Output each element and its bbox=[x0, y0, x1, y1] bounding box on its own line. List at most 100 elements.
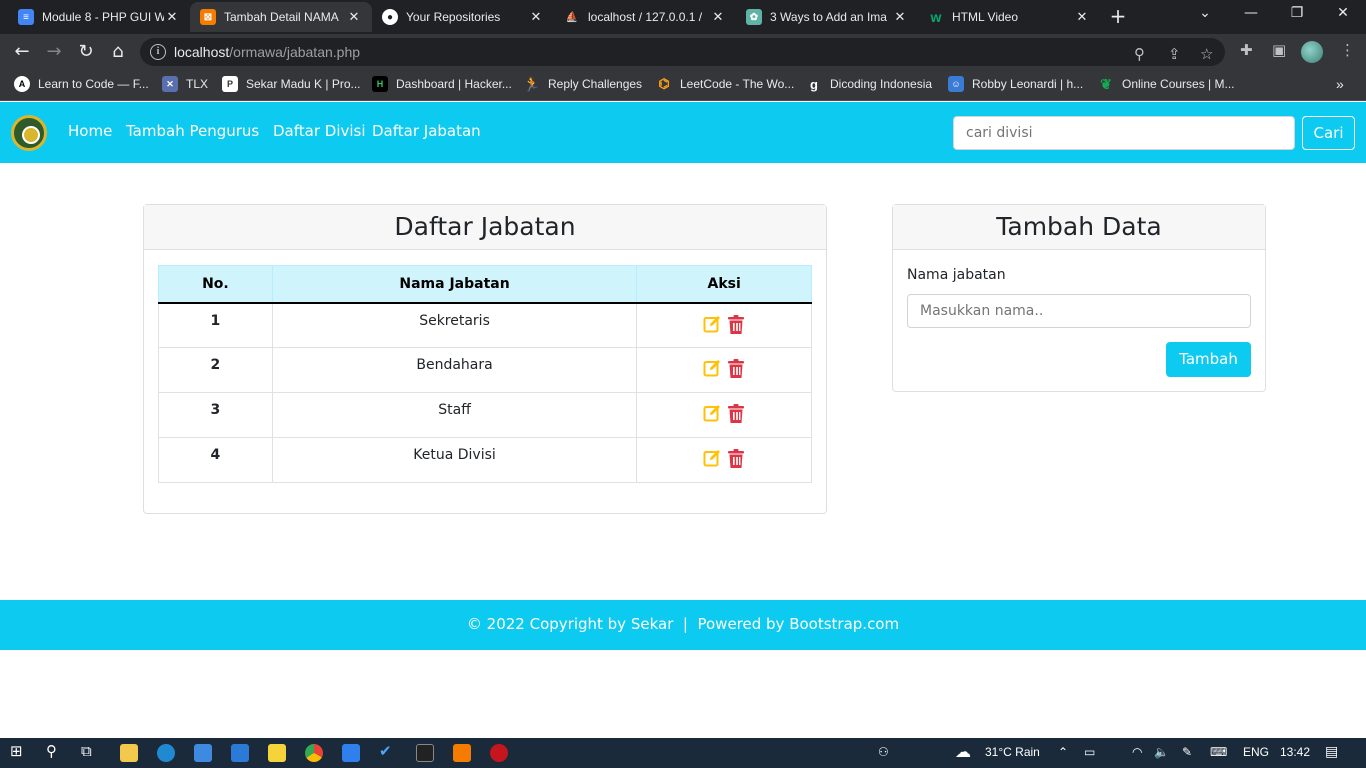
nama-jabatan-input[interactable] bbox=[907, 294, 1251, 328]
reload-icon[interactable]: ↻ bbox=[74, 41, 98, 63]
menu-icon[interactable]: ⋮ bbox=[1340, 41, 1355, 59]
footer-text: © 2022 Copyright by Sekar | Powered by B… bbox=[466, 615, 900, 633]
vscode-icon[interactable] bbox=[342, 744, 360, 762]
pen-icon[interactable]: ✎ bbox=[1182, 745, 1192, 759]
bookmark-label: Sekar Madu K | Pro... bbox=[246, 77, 361, 91]
edit-icon[interactable] bbox=[703, 404, 721, 422]
weather-text[interactable]: 31°C Rain bbox=[985, 745, 1040, 759]
clock[interactable]: 13:42 bbox=[1280, 745, 1310, 759]
bookmark-item[interactable]: A Learn to Code — F... bbox=[14, 76, 149, 92]
todo-icon[interactable]: ✔ bbox=[379, 742, 397, 760]
close-icon[interactable]: ✕ bbox=[892, 9, 908, 25]
url-field[interactable]: i localhost/ormawa/jabatan.php ⚲ ⇪ ☆ bbox=[140, 38, 1225, 66]
trash-icon[interactable] bbox=[727, 314, 745, 335]
nav-home[interactable]: Home bbox=[68, 122, 112, 140]
column-header-no: No. bbox=[158, 265, 273, 304]
tab-title: localhost / 127.0.0.1 / bbox=[588, 10, 703, 24]
battery-icon[interactable]: ▭ bbox=[1084, 745, 1095, 759]
bookmark-item[interactable]: H Dashboard | Hacker... bbox=[372, 76, 512, 92]
edit-icon[interactable] bbox=[703, 315, 721, 333]
close-icon[interactable]: ✕ bbox=[164, 9, 180, 25]
close-icon[interactable]: ✕ bbox=[528, 9, 544, 25]
bookmark-item[interactable]: ☺ Robby Leonardi | h... bbox=[948, 76, 1083, 92]
site-navbar: Home Tambah Pengurus Daftar Divisi Dafta… bbox=[0, 102, 1366, 163]
browser-tab-repositories[interactable]: ● Your Repositories ✕ bbox=[372, 2, 554, 32]
url-text: localhost/ormawa/jabatan.php bbox=[174, 44, 360, 60]
edit-icon[interactable] bbox=[703, 449, 721, 467]
trash-icon[interactable] bbox=[727, 449, 745, 469]
row-number: 4 bbox=[158, 437, 273, 483]
close-icon[interactable]: ✕ bbox=[1074, 9, 1090, 25]
trash-icon[interactable] bbox=[727, 404, 745, 424]
side-panel-icon[interactable]: ▣ bbox=[1272, 41, 1286, 59]
trash-icon[interactable] bbox=[727, 359, 745, 379]
store-icon[interactable] bbox=[194, 744, 212, 762]
browser-tab-phpmyadmin[interactable]: ⛵ localhost / 127.0.0.1 / ✕ bbox=[554, 2, 736, 32]
browser-tab-3-ways[interactable]: ✿ 3 Ways to Add an Ima ✕ bbox=[736, 2, 918, 32]
row-nama-jabatan: Ketua Divisi bbox=[271, 437, 638, 483]
tlx-icon: ✕ bbox=[162, 76, 178, 92]
close-icon[interactable]: ✕ bbox=[346, 9, 362, 25]
tab-title: Tambah Detail NAMA bbox=[224, 10, 339, 24]
sticky-notes-icon[interactable] bbox=[268, 744, 286, 762]
forward-icon[interactable]: → bbox=[42, 41, 66, 63]
edge-icon[interactable] bbox=[157, 744, 175, 762]
search-input[interactable] bbox=[953, 116, 1295, 150]
language-indicator[interactable]: ENG bbox=[1243, 745, 1269, 759]
tray-chevron-icon[interactable]: ⌃ bbox=[1058, 745, 1068, 759]
organization-logo[interactable] bbox=[11, 115, 47, 151]
bookmark-item[interactable]: ❦ Online Courses | M... bbox=[1098, 76, 1234, 92]
bookmark-label: TLX bbox=[186, 77, 209, 91]
xampp-icon[interactable] bbox=[453, 744, 471, 762]
new-tab-button[interactable]: + bbox=[1105, 5, 1131, 29]
zoom-icon[interactable]: ⚲ bbox=[1134, 45, 1145, 63]
search-icon[interactable]: ⚲ bbox=[46, 742, 64, 760]
wifi-icon[interactable]: ◠ bbox=[1132, 745, 1142, 759]
star-icon[interactable]: ☆ bbox=[1200, 45, 1213, 63]
chrome-icon[interactable] bbox=[305, 744, 323, 762]
task-view-icon[interactable]: ⧉ bbox=[81, 742, 99, 760]
bookmark-item[interactable]: ✕ TLX bbox=[162, 76, 208, 92]
nav-daftar-divisi[interactable]: Daftar Divisi bbox=[273, 122, 366, 140]
table-row: 2 Bendahara bbox=[158, 347, 812, 393]
recorder-icon[interactable] bbox=[490, 744, 508, 762]
row-actions bbox=[636, 302, 812, 348]
info-icon[interactable]: i bbox=[150, 44, 166, 60]
mail-icon[interactable] bbox=[231, 744, 249, 762]
terminal-icon[interactable] bbox=[416, 744, 434, 762]
search-button[interactable]: Cari bbox=[1302, 116, 1355, 150]
extensions-icon[interactable]: ✚ bbox=[1240, 41, 1253, 59]
row-actions bbox=[636, 392, 812, 438]
edit-icon[interactable] bbox=[703, 359, 721, 377]
minimize-button[interactable]: — bbox=[1236, 5, 1266, 21]
tambah-button[interactable]: Tambah bbox=[1166, 342, 1251, 377]
browser-tab-module8[interactable]: ≡ Module 8 - PHP GUI W ✕ bbox=[8, 2, 190, 32]
bookmark-item[interactable]: P Sekar Madu K | Pro... bbox=[222, 76, 361, 92]
keyboard-icon[interactable]: ⌨ bbox=[1210, 745, 1227, 759]
home-icon[interactable]: ⌂ bbox=[106, 41, 130, 63]
nav-daftar-jabatan[interactable]: Daftar Jabatan bbox=[372, 122, 481, 140]
avatar[interactable] bbox=[1301, 41, 1323, 63]
nav-tambah-pengurus[interactable]: Tambah Pengurus bbox=[126, 122, 259, 140]
volume-icon[interactable]: 🔈 bbox=[1154, 745, 1169, 759]
address-bar: ← → ↻ ⌂ i localhost/ormawa/jabatan.php ⚲… bbox=[0, 34, 1366, 70]
people-icon[interactable]: ⚇ bbox=[878, 745, 889, 759]
tab-title: HTML Video bbox=[952, 10, 1019, 24]
browser-tab-tambah-detail[interactable]: ⊠ Tambah Detail NAMA ✕ bbox=[190, 2, 372, 32]
add-data-card: Tambah Data Nama jabatan Tambah bbox=[892, 204, 1266, 392]
bookmark-item[interactable]: 🏃 Reply Challenges bbox=[523, 76, 642, 92]
share-icon[interactable]: ⇪ bbox=[1168, 45, 1181, 63]
file-explorer-icon[interactable] bbox=[120, 744, 138, 762]
tab-search-chevron-icon[interactable]: ⌄ bbox=[1190, 5, 1220, 21]
notification-icon[interactable]: ▤ bbox=[1325, 743, 1338, 760]
windows-start-icon[interactable]: ⊞ bbox=[10, 742, 28, 760]
more-bookmarks-icon[interactable]: » bbox=[1336, 76, 1344, 92]
back-icon[interactable]: ← bbox=[10, 41, 34, 63]
bookmark-item[interactable]: ⌬ LeetCode - The Wo... bbox=[656, 76, 794, 92]
bookmark-item[interactable]: g Dicoding Indonesia bbox=[806, 76, 932, 92]
close-icon[interactable]: ✕ bbox=[710, 9, 726, 25]
close-window-button[interactable]: ✕ bbox=[1328, 5, 1358, 21]
browser-tab-html-video[interactable]: w HTML Video ✕ bbox=[918, 2, 1100, 32]
browser-tab-bar: ≡ Module 8 - PHP GUI W ✕ ⊠ Tambah Detail… bbox=[0, 0, 1366, 34]
restore-button[interactable]: ❐ bbox=[1282, 5, 1312, 21]
